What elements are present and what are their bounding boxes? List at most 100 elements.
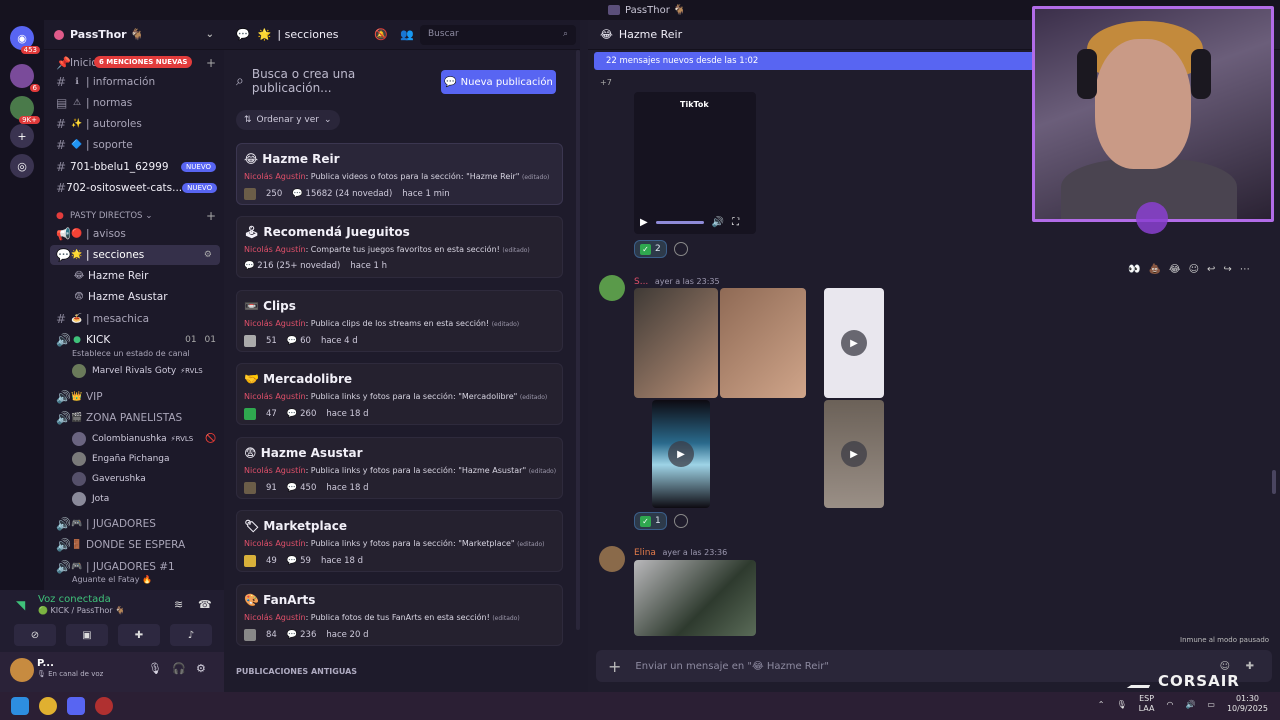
new-post-button[interactable]: 💬 Nueva publicación: [441, 70, 556, 94]
mute-bell-icon[interactable]: 🔕: [374, 28, 388, 41]
disconnect-icon[interactable]: ☎: [198, 598, 212, 611]
voice-channel-zona[interactable]: 🔊 🎬 ZONA PANELISTAS: [44, 408, 224, 428]
mentions-pill[interactable]: 6 MENCIONES NUEVAS: [94, 56, 193, 68]
forum-post[interactable]: 🤝 Mercadolibre Nicolás Agustín: Publica …: [236, 363, 563, 425]
plus-icon[interactable]: +: [608, 657, 621, 676]
channel-ticket-702[interactable]: # 702-ositosweet-cats... NUEVO: [44, 178, 224, 198]
activities-button[interactable]: ✚: [118, 624, 160, 646]
forum-post[interactable]: 🏷 Marketplace Nicolás Agustín: Publica l…: [236, 510, 563, 572]
guild-header[interactable]: PassThor 🐐 ⌄: [44, 20, 224, 50]
image-attachment[interactable]: [634, 288, 718, 398]
voice-user[interactable]: Marvel Rivals Goty ⚡RVLS: [72, 362, 203, 380]
camera-button[interactable]: ⊘: [14, 624, 56, 646]
reaction-check[interactable]: ✓ 2: [634, 240, 667, 258]
volume-slider[interactable]: [655, 221, 704, 224]
plus-icon[interactable]: +: [206, 209, 216, 223]
channel-autoroles[interactable]: # ✨ | autoroles: [44, 114, 224, 134]
forum-post[interactable]: 😨 Hazme Asustar Nicolás Agustín: Publica…: [236, 437, 563, 499]
windows-start-icon[interactable]: [11, 697, 29, 715]
gamepad-icon[interactable]: ✚: [1246, 661, 1254, 672]
channel-informacion[interactable]: # ℹ | información: [44, 72, 224, 92]
channel-ticket-701[interactable]: # 701-bbelu1_62999 NUEVO: [44, 157, 224, 177]
volume-icon[interactable]: 🔊: [1185, 700, 1195, 709]
channel-status-hint[interactable]: Establece un estado de canal: [72, 349, 190, 358]
server-other[interactable]: 9K+: [10, 96, 40, 124]
forum-post[interactable]: 😂 Hazme Reir Nicolás Agustín: Publica vi…: [236, 143, 563, 205]
avatar[interactable]: [10, 658, 34, 682]
forward-icon[interactable]: ↪: [1223, 264, 1231, 275]
home-button[interactable]: ◉ 453: [10, 26, 40, 54]
voice-channel-kick[interactable]: 🔊 ● KICK 01 01: [44, 330, 224, 350]
reaction-icon-2[interactable]: 💩: [1148, 264, 1160, 275]
avatar[interactable]: [599, 275, 625, 301]
voice-connected-channel[interactable]: 🟢 KICK / PassThor 🐐: [38, 606, 125, 615]
add-reaction-icon[interactable]: ☺: [1189, 264, 1199, 275]
clock[interactable]: 01:30 10/9/2025: [1227, 694, 1268, 714]
sort-button[interactable]: ⇅ Ordenar y ver ⌄: [236, 110, 340, 130]
soundboard-button[interactable]: ♪: [170, 624, 212, 646]
new-messages-bar[interactable]: 22 mensajes nuevos desde las 1:02: [594, 52, 1034, 70]
volume-icon[interactable]: 🔊: [712, 217, 724, 228]
voice-user[interactable]: Gaverushka: [72, 470, 146, 488]
fullscreen-icon[interactable]: ⛶: [732, 217, 739, 228]
headphones-icon[interactable]: 🎧: [172, 662, 186, 675]
reaction-icon-3[interactable]: 😂: [1169, 264, 1181, 275]
gear-icon[interactable]: ⚙: [196, 662, 206, 675]
obs-icon[interactable]: [95, 697, 113, 715]
channel-mesachica[interactable]: # 🍝 | mesachica: [44, 309, 224, 329]
mic-icon[interactable]: 🎙: [148, 662, 162, 675]
channel-soporte[interactable]: # 🔷 | soporte: [44, 135, 224, 155]
image-attachment[interactable]: [634, 560, 756, 636]
video-attachment[interactable]: ▶: [824, 288, 884, 398]
post-search-input[interactable]: ⌕ Busca o crea una publicación...: [236, 67, 436, 95]
chevron-up-icon[interactable]: ⌃: [1098, 700, 1105, 709]
voice-channel-jugadores-1[interactable]: 🔊 🎮 | JUGADORES #1: [44, 557, 224, 577]
play-icon[interactable]: ▶: [640, 217, 648, 228]
thread-hazme-reir[interactable]: 😂 Hazme Reir: [44, 266, 224, 286]
add-reaction-icon[interactable]: [674, 242, 688, 256]
plus-icon[interactable]: +: [206, 56, 216, 70]
more-icon[interactable]: ⋯: [1240, 264, 1250, 275]
image-attachment[interactable]: [720, 288, 806, 398]
reply-icon[interactable]: ↩: [1207, 264, 1215, 275]
category-pasty-directos[interactable]: ● PASTY DIRECTOS ⌄ +: [44, 206, 224, 226]
forum-post[interactable]: 📼 Clips Nicolás Agustín: Publica clips d…: [236, 290, 563, 352]
voice-user[interactable]: Colombianushka ⚡RVLS 🚫: [72, 430, 216, 448]
voice-channel-donde-se-espera[interactable]: 🔊 🚪 DONDE SE ESPERA: [44, 535, 224, 555]
voice-channel-vip[interactable]: 🔊 👑 VIP: [44, 387, 224, 407]
discord-taskbar-icon[interactable]: [67, 697, 85, 715]
gear-icon[interactable]: ⚙: [204, 250, 212, 260]
channel-avisos[interactable]: 📢 🔴 | avisos: [44, 224, 224, 244]
video-attachment[interactable]: ▶: [824, 400, 884, 508]
chrome-icon[interactable]: [39, 697, 57, 715]
add-server-button[interactable]: +: [10, 124, 34, 148]
message-author[interactable]: Elina: [634, 548, 656, 558]
channel-secciones[interactable]: 💬 🌟 | secciones ⚙: [50, 245, 220, 265]
message-author[interactable]: S...: [634, 277, 648, 287]
voice-user[interactable]: Engaña Pichanga: [72, 450, 170, 468]
forum-post[interactable]: 🕹 Recomendá Jueguitos Nicolás Agustín: C…: [236, 216, 563, 278]
header-search-input[interactable]: Buscar ⌕: [420, 25, 576, 45]
noise-suppression-icon[interactable]: ≋: [174, 598, 183, 611]
voice-channel-jugadores[interactable]: 🔊 🎮 | JUGADORES: [44, 514, 224, 534]
video-attachment[interactable]: ▶: [652, 400, 710, 508]
thread-hazme-asustar[interactable]: 😨 Hazme Asustar: [44, 287, 224, 307]
mic-icon[interactable]: 🎙: [1116, 700, 1126, 709]
reaction-check[interactable]: ✓ 1: [634, 512, 667, 530]
voice-user[interactable]: Jota: [72, 490, 109, 508]
add-reaction-icon[interactable]: [674, 514, 688, 528]
video-attachment[interactable]: TikTok ▶ 🔊 ⛶: [634, 92, 756, 234]
server-passthor[interactable]: 6: [10, 64, 40, 92]
emoji-icon[interactable]: ☺: [1220, 661, 1230, 672]
forum-scrollbar[interactable]: [576, 50, 580, 630]
screen-share-button[interactable]: ▣: [66, 624, 108, 646]
chat-scrollbar[interactable]: [1272, 470, 1276, 494]
channel-normas[interactable]: ▤ ⚠ | normas: [44, 93, 224, 113]
wifi-icon[interactable]: ◠: [1166, 700, 1173, 709]
forum-post[interactable]: 🎨 FanArts Nicolás Agustín: Publica fotos…: [236, 584, 563, 646]
reaction-icon[interactable]: 👀: [1128, 264, 1140, 275]
members-icon[interactable]: 👥: [400, 28, 414, 41]
avatar[interactable]: [599, 546, 625, 572]
language-indicator[interactable]: ESP LAA: [1139, 694, 1155, 714]
explore-button[interactable]: ◎: [10, 154, 34, 178]
